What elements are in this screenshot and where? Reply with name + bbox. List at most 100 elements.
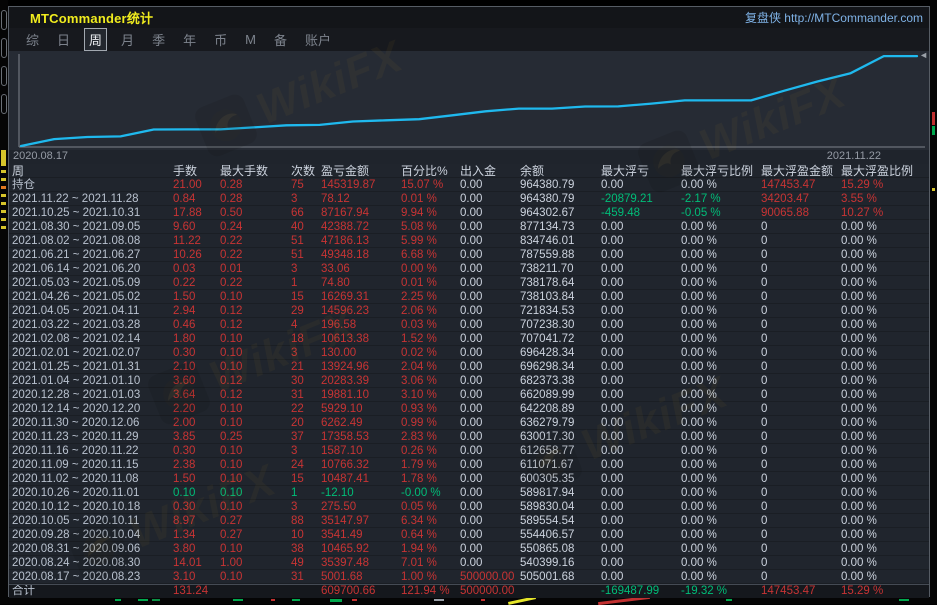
menu-item-账户[interactable]: 账户 <box>296 29 340 50</box>
scroll-left-arrow-icon[interactable]: ◄ <box>919 51 928 60</box>
cell: 589817.94 <box>517 486 598 500</box>
mtcommander-stats-window: MTCommander统计 复盘侠 http://MTCommander.com… <box>8 6 930 597</box>
cell: 75 <box>288 178 318 192</box>
cell: 834746.01 <box>517 234 598 248</box>
cell: -19.32 % <box>678 585 758 598</box>
menu-item-年[interactable]: 年 <box>174 29 205 50</box>
table-row[interactable]: 2020.11.16 ~ 2020.11.220.300.1031587.100… <box>9 444 929 458</box>
cell: 10613.38 <box>318 332 398 346</box>
cell: 0.00 <box>457 290 517 304</box>
cell: 42388.72 <box>318 220 398 234</box>
menu-item-月[interactable]: 月 <box>112 29 143 50</box>
menu-item-币[interactable]: 币 <box>205 29 236 50</box>
table-row[interactable]: 2020.08.31 ~ 2020.09.063.800.103810465.9… <box>9 542 929 556</box>
cell: 0.10 <box>217 444 288 458</box>
table-row[interactable]: 2021.02.08 ~ 2021.02.141.800.101810613.3… <box>9 332 929 346</box>
cell: 0.10 <box>217 416 288 430</box>
table-row[interactable]: 2021.08.30 ~ 2021.09.059.600.244042388.7… <box>9 220 929 234</box>
cell: 0.00 <box>598 444 678 458</box>
total-row[interactable]: 合计131.24609700.66121.94 %500000.00-16948… <box>9 584 929 598</box>
menu-item-周[interactable]: 周 <box>84 28 107 51</box>
cell: 0.00 <box>457 262 517 276</box>
cell: 7.01 % <box>398 556 457 570</box>
cell: 0 <box>758 276 838 290</box>
cell: 0.10 <box>217 402 288 416</box>
cell: 0.00 % <box>838 332 928 346</box>
cell: 554406.57 <box>517 528 598 542</box>
cell: 盈亏金额 <box>318 164 398 178</box>
cell: 0.00 % <box>838 360 928 374</box>
menu-item-日[interactable]: 日 <box>48 29 79 50</box>
cell: 0.00 <box>457 206 517 220</box>
cell: 0.24 <box>217 220 288 234</box>
background-toolbar-button-edge <box>1 38 7 58</box>
table-row[interactable]: 2021.05.03 ~ 2021.05.090.220.22174.800.0… <box>9 276 929 290</box>
menu-item-M[interactable]: M <box>236 31 265 48</box>
table-row[interactable]: 2021.06.21 ~ 2021.06.2710.260.225149348.… <box>9 248 929 262</box>
table-row[interactable]: 2021.11.22 ~ 2021.11.280.840.28378.120.0… <box>9 192 929 206</box>
cell: 2020.12.28 ~ 2021.01.03 <box>9 388 170 402</box>
table-row[interactable]: 2021.01.25 ~ 2021.01.312.100.102113924.9… <box>9 360 929 374</box>
table-row[interactable]: 2021.10.25 ~ 2021.10.3117.880.506687167.… <box>9 206 929 220</box>
background-chart-fragment <box>726 599 732 601</box>
table-row[interactable]: 2021.01.04 ~ 2021.01.103.600.123020283.3… <box>9 374 929 388</box>
table-row[interactable]: 2021.04.05 ~ 2021.04.112.940.122914596.2… <box>9 304 929 318</box>
table-row[interactable]: 2020.12.14 ~ 2020.12.202.200.10225929.10… <box>9 402 929 416</box>
table-row[interactable]: 2020.10.26 ~ 2020.11.010.100.101-12.10-0… <box>9 486 929 500</box>
table-row[interactable]: 2020.11.23 ~ 2020.11.293.850.253717358.5… <box>9 430 929 444</box>
background-chart-fragment <box>352 599 357 601</box>
cell: 0 <box>758 458 838 472</box>
background-chart-fragment <box>1 150 6 166</box>
cell: 2021.02.08 ~ 2021.02.14 <box>9 332 170 346</box>
cell: 0.00 % <box>678 220 758 234</box>
cell: 0.00 % <box>838 514 928 528</box>
cell: 15.29 % <box>838 585 928 598</box>
table-row[interactable]: 2020.11.30 ~ 2020.12.062.000.10206262.49… <box>9 416 929 430</box>
equity-curve-chart[interactable]: ◄ <box>9 51 929 150</box>
cell: 0.00 <box>598 290 678 304</box>
table-row[interactable]: 2021.06.14 ~ 2021.06.200.030.01333.060.0… <box>9 262 929 276</box>
table-row[interactable]: 2020.12.28 ~ 2021.01.033.640.123119881.1… <box>9 388 929 402</box>
cell: 2021.04.05 ~ 2021.04.11 <box>9 304 170 318</box>
background-chart-fragment <box>899 599 909 601</box>
table-row[interactable]: 2020.10.12 ~ 2020.10.180.300.103275.500.… <box>9 500 929 514</box>
cell: 0.50 <box>217 206 288 220</box>
cell: 0.10 <box>170 486 217 500</box>
cell: 0 <box>758 402 838 416</box>
cell: 0.00 <box>598 556 678 570</box>
cell: 0.00 % <box>838 262 928 276</box>
cell: 0.00 <box>598 178 678 192</box>
table-row[interactable]: 2021.04.26 ~ 2021.05.021.500.101516269.3… <box>9 290 929 304</box>
cell: 2020.08.17 ~ 2020.08.23 <box>9 570 170 584</box>
cell: 0.26 % <box>398 444 457 458</box>
cell: 0.00 % <box>678 248 758 262</box>
menu-item-季[interactable]: 季 <box>143 29 174 50</box>
cell: 0.12 <box>217 318 288 332</box>
table-row[interactable]: 持仓21.000.2875145319.8715.07 %0.00964380.… <box>9 178 929 192</box>
background-chart-fragment <box>1 186 6 189</box>
cell: 22 <box>288 402 318 416</box>
cell: 3 <box>288 444 318 458</box>
menu-item-备[interactable]: 备 <box>265 29 296 50</box>
cell: 0.00 % <box>838 220 928 234</box>
cell: -0.05 % <box>678 206 758 220</box>
table-row[interactable]: 2021.02.01 ~ 2021.02.070.300.103130.000.… <box>9 346 929 360</box>
cell: 2020.11.30 ~ 2020.12.06 <box>9 416 170 430</box>
cell: -20879.21 <box>598 192 678 206</box>
cell: 147453.47 <box>758 178 838 192</box>
table-row[interactable]: 2020.08.24 ~ 2020.08.3014.011.004935397.… <box>9 556 929 570</box>
cell: 4 <box>288 318 318 332</box>
cell: 0.00 <box>457 472 517 486</box>
table-row[interactable]: 2020.11.09 ~ 2020.11.152.380.102410766.3… <box>9 458 929 472</box>
table-row[interactable]: 2020.11.02 ~ 2020.11.081.500.101510487.4… <box>9 472 929 486</box>
background-toolbar-button-edge <box>1 94 7 114</box>
menu-item-综[interactable]: 综 <box>17 29 48 50</box>
table-row[interactable]: 2020.08.17 ~ 2020.08.233.100.10315001.68… <box>9 570 929 584</box>
title-bar[interactable]: MTCommander统计 复盘侠 http://MTCommander.com <box>9 7 929 28</box>
table-row[interactable]: 2020.09.28 ~ 2020.10.041.340.27103541.49… <box>9 528 929 542</box>
table-row[interactable]: 2020.10.05 ~ 2020.10.118.970.278835147.9… <box>9 514 929 528</box>
table-row[interactable]: 2021.08.02 ~ 2021.08.0811.220.225147186.… <box>9 234 929 248</box>
table-row[interactable]: 2021.03.22 ~ 2021.03.280.460.124196.580.… <box>9 318 929 332</box>
cell: 0.00 % <box>678 276 758 290</box>
brand-link[interactable]: 复盘侠 http://MTCommander.com <box>745 9 923 26</box>
